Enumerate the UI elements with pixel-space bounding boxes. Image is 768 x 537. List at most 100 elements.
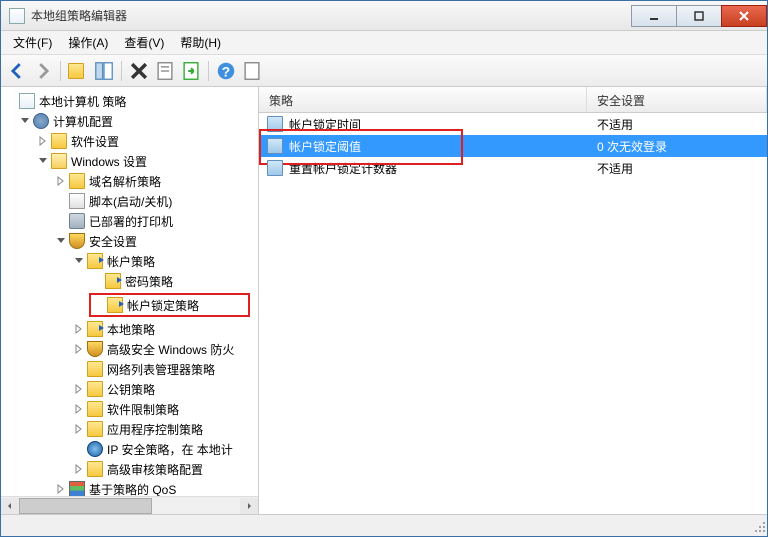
folder-icon	[51, 133, 67, 149]
menubar: 文件(F) 操作(A) 查看(V) 帮助(H)	[1, 31, 767, 55]
highlight-box: 帐户锁定策略	[89, 293, 250, 317]
cell-policy: 重置帐户锁定计数器	[259, 160, 587, 177]
tree-label: 高级安全 Windows 防火	[107, 341, 234, 358]
tree-network-list[interactable]: 网络列表管理器策略	[1, 359, 258, 379]
policy-root-icon	[19, 93, 35, 109]
expand-icon[interactable]	[73, 403, 85, 415]
policy-folder-icon	[87, 321, 103, 337]
svg-text:?: ?	[222, 64, 230, 79]
list-row[interactable]: 重置帐户锁定计数器 不适用	[259, 157, 767, 179]
expand-icon[interactable]	[73, 323, 85, 335]
tree-lockout-policy[interactable]: 帐户锁定策略	[91, 295, 248, 315]
scroll-thumb[interactable]	[19, 498, 152, 514]
shield-icon	[69, 233, 85, 249]
help-button[interactable]: ?	[214, 59, 238, 83]
export-button[interactable]	[179, 59, 203, 83]
expand-icon[interactable]	[55, 175, 67, 187]
up-button[interactable]	[66, 59, 90, 83]
properties-button[interactable]	[153, 59, 177, 83]
titlebar[interactable]: 本地组策略编辑器	[1, 1, 767, 31]
tree-root[interactable]: 本地计算机 策略	[1, 91, 258, 111]
scroll-right-button[interactable]	[240, 498, 258, 514]
tree-password-policy[interactable]: 密码策略	[1, 271, 258, 291]
computer-icon	[33, 113, 49, 129]
tree-security-settings[interactable]: 安全设置	[1, 231, 258, 251]
list-row-selected[interactable]: 帐户锁定阈值 0 次无效登录	[259, 135, 767, 157]
list-header: 策略 安全设置	[259, 87, 767, 113]
tree-dns-policy[interactable]: 域名解析策略	[1, 171, 258, 191]
expand-icon[interactable]	[73, 383, 85, 395]
maximize-button[interactable]	[676, 5, 722, 27]
tree-windows-settings[interactable]: Windows 设置	[1, 151, 258, 171]
separator	[60, 61, 61, 81]
back-button[interactable]	[5, 59, 29, 83]
tree-public-key[interactable]: 公钥策略	[1, 379, 258, 399]
folder-icon	[87, 401, 103, 417]
tree-label: 基于策略的 QoS	[89, 481, 176, 497]
resize-grip-icon[interactable]	[751, 518, 767, 534]
tree-computer-config[interactable]: 计算机配置	[1, 111, 258, 131]
policy-item-icon	[267, 160, 283, 176]
tree-software-settings[interactable]: 软件设置	[1, 131, 258, 151]
tree-windows-firewall[interactable]: 高级安全 Windows 防火	[1, 339, 258, 359]
list-body[interactable]: 帐户锁定时间 不适用 帐户锁定阈值 0 次无效登录 重置帐户锁定	[259, 113, 767, 514]
refresh-button[interactable]	[240, 59, 264, 83]
tree-label: 高级审核策略配置	[107, 461, 203, 478]
collapse-icon[interactable]	[55, 235, 67, 247]
collapse-icon[interactable]	[73, 255, 85, 267]
tree-label: 应用程序控制策略	[107, 421, 203, 438]
delete-button[interactable]	[127, 59, 151, 83]
cell-policy: 帐户锁定时间	[259, 116, 587, 133]
tree-label: 网络列表管理器策略	[107, 361, 215, 378]
column-policy[interactable]: 策略	[259, 87, 587, 112]
cell-setting: 不适用	[587, 116, 767, 133]
show-hide-button[interactable]	[92, 59, 116, 83]
tree-local-policies[interactable]: 本地策略	[1, 319, 258, 339]
collapse-icon[interactable]	[37, 155, 49, 167]
toolbar: ?	[1, 55, 767, 87]
tree-label: IP 安全策略，在 本地计	[107, 441, 233, 458]
list-panel: 策略 安全设置 帐户锁定时间 不适用 帐户锁定阈值	[259, 87, 767, 514]
tree-label: 密码策略	[125, 273, 173, 290]
tree-qos[interactable]: 基于策略的 QoS	[1, 479, 258, 496]
chart-icon	[69, 481, 85, 496]
folder-icon	[87, 381, 103, 397]
scroll-left-button[interactable]	[1, 498, 19, 514]
window-controls	[632, 5, 767, 27]
expand-icon[interactable]	[73, 423, 85, 435]
forward-button[interactable]	[31, 59, 55, 83]
cell-setting: 不适用	[587, 160, 767, 177]
expand-icon[interactable]	[55, 483, 67, 495]
tree-software-restriction[interactable]: 软件限制策略	[1, 399, 258, 419]
separator	[208, 61, 209, 81]
tree-advanced-audit[interactable]: 高级审核策略配置	[1, 459, 258, 479]
tree-ip-security[interactable]: IP 安全策略，在 本地计	[1, 439, 258, 459]
list-row[interactable]: 帐户锁定时间 不适用	[259, 113, 767, 135]
column-setting[interactable]: 安全设置	[587, 87, 767, 112]
cell-policy: 帐户锁定阈值	[259, 138, 587, 155]
collapse-icon[interactable]	[19, 115, 31, 127]
menu-action[interactable]: 操作(A)	[60, 31, 116, 54]
tree-account-policies[interactable]: 帐户策略	[1, 251, 258, 271]
expand-icon[interactable]	[37, 135, 49, 147]
menu-view[interactable]: 查看(V)	[116, 31, 172, 54]
folder-icon	[87, 421, 103, 437]
menu-file[interactable]: 文件(F)	[5, 31, 60, 54]
separator	[121, 61, 122, 81]
horizontal-scrollbar[interactable]	[1, 496, 258, 514]
tree-app-control[interactable]: 应用程序控制策略	[1, 419, 258, 439]
expander-icon[interactable]	[5, 95, 17, 107]
tree-printers[interactable]: 已部署的打印机	[1, 211, 258, 231]
close-button[interactable]	[721, 5, 767, 27]
minimize-button[interactable]	[631, 5, 677, 27]
window-title: 本地组策略编辑器	[31, 7, 632, 24]
policy-folder-icon	[105, 273, 121, 289]
expand-icon[interactable]	[73, 463, 85, 475]
scroll-track[interactable]	[19, 498, 240, 514]
tree-label: 已部署的打印机	[89, 213, 173, 230]
menu-help[interactable]: 帮助(H)	[172, 31, 229, 54]
folder-icon	[87, 361, 103, 377]
expand-icon[interactable]	[73, 343, 85, 355]
tree-scroll[interactable]: 本地计算机 策略 计算机配置 软件设置 Win	[1, 87, 258, 496]
tree-scripts[interactable]: 脚本(启动/关机)	[1, 191, 258, 211]
